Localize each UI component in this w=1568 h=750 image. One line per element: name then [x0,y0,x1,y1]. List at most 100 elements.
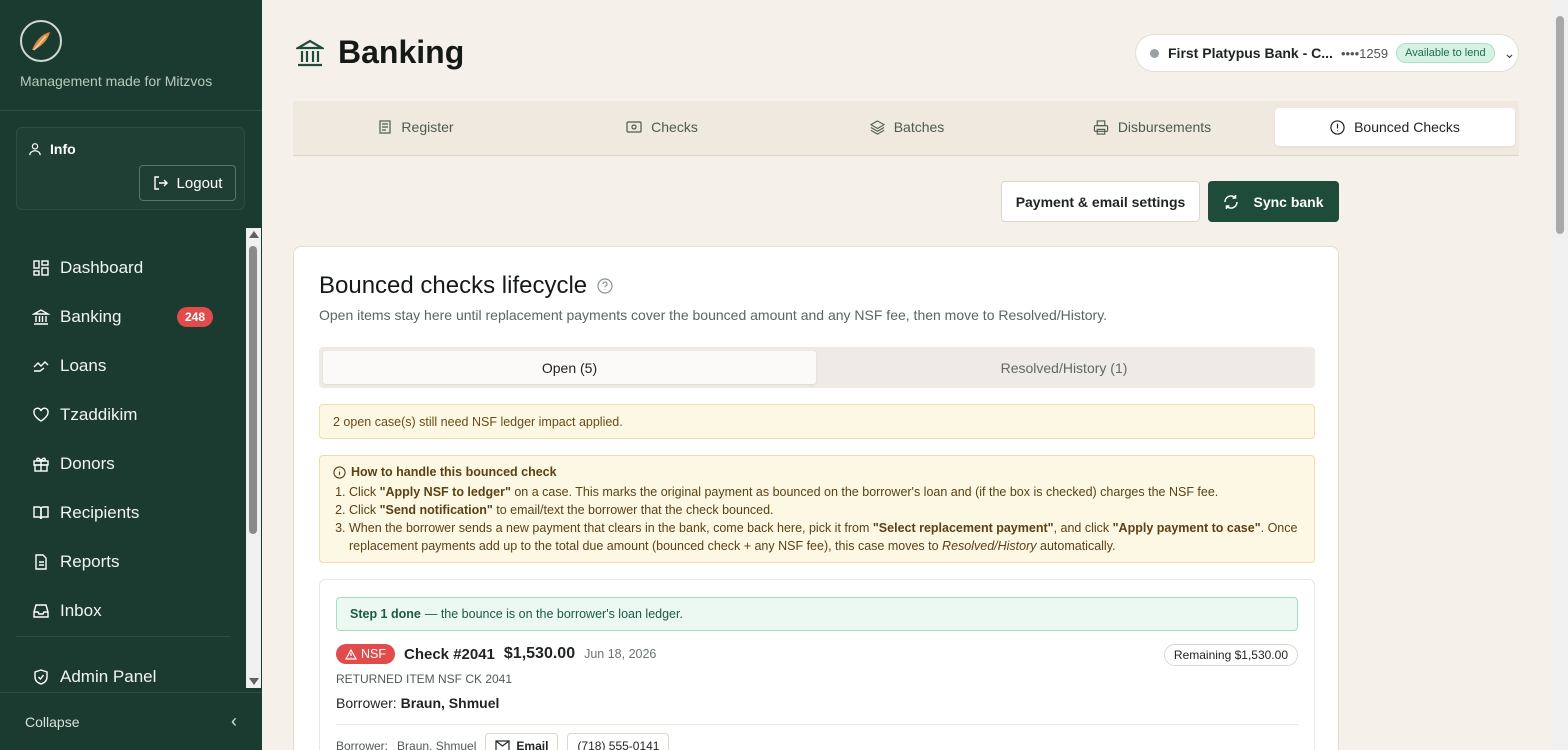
banking-tabs: Register Checks Batches Disbursements Bo… [293,101,1519,156]
account-number: ••••1259 [1340,45,1389,61]
card-title: Bounced checks lifecycle [319,272,613,300]
remaining-badge: Remaining $1,530.00 [1163,644,1298,666]
page-heading: Banking [338,34,465,70]
tab-checks[interactable]: Checks [539,108,785,146]
collapse-label: Collapse [25,713,80,730]
sync-bank-button[interactable]: Sync bank [1208,181,1339,222]
sidebar-scroll-thumb[interactable] [249,246,257,534]
sidebar-item-label: Recipients [60,503,140,522]
segment-resolved-history[interactable]: Resolved/History (1) [817,351,1311,384]
sync-label: Sync bank [1253,193,1324,210]
howto-step-1: Click "Apply NSF to ledger" on a case. T… [349,483,1301,501]
case-memo: RETURNED ITEM NSF CK 2041 [336,672,513,686]
borrower-label: Borrower: [336,695,397,711]
sidebar-item-label: Reports [60,552,120,571]
phone-chip[interactable]: (718) 555-0141 [567,733,670,750]
page-scrollbar[interactable] [1553,0,1568,750]
info-box: Info Logout [16,127,245,210]
howto-steps: Click "Apply NSF to ledger" on a case. T… [333,483,1301,555]
info-link[interactable]: Info [28,141,76,157]
bank-icon [32,309,50,325]
tab-register[interactable]: Register [293,108,539,146]
sidebar-item-inbox[interactable]: Inbox [16,591,246,631]
segment-label: Resolved/History (1) [1000,359,1128,376]
howto-step-2: Click "Send notification" to email/text … [349,501,1301,519]
sidebar-item-label: Inbox [60,601,102,620]
case-divider [336,724,1298,725]
logout-button[interactable]: Logout [139,165,236,201]
alert-circle-icon [1330,119,1345,135]
tab-label: Batches [893,119,945,135]
printer-icon [1093,119,1108,135]
status-badge: Available to lend [1396,43,1495,63]
sidebar-item-reports[interactable]: Reports [16,542,246,582]
register-icon [379,120,392,134]
step-text: , and click [1053,521,1113,535]
tab-batches[interactable]: Batches [785,108,1029,146]
warning-icon [345,648,357,660]
user-icon [29,143,41,156]
sidebar-item-tzaddikim[interactable]: Tzaddikim [16,395,246,435]
sidebar-item-label: Tzaddikim [60,405,138,424]
borrower-contact: Borrower: Braun, Shmuel Email (718) 555-… [336,733,670,750]
book-icon [33,506,49,520]
chevron-left-icon: ‹ [231,711,237,731]
dashboard-icon [33,260,49,276]
sidebar-item-admin-panel[interactable]: Admin Panel [16,657,246,688]
howto-box: How to handle this bounced check Click "… [319,455,1315,563]
howto-title-text: How to handle this bounced check [351,465,557,479]
sidebar-item-banking[interactable]: Banking 248 [16,297,246,337]
heart-hand-icon [33,407,49,422]
sidebar-item-recipients[interactable]: Recipients [16,493,246,533]
help-icon[interactable] [597,278,613,294]
sidebar-item-loans[interactable]: Loans [16,346,246,386]
sidebar-item-donors[interactable]: Donors [16,444,246,484]
step-bold: "Apply payment to case" [1112,521,1261,535]
warning-text: 2 open case(s) still need NSF ledger imp… [333,414,623,429]
email-button[interactable]: Email [485,733,559,750]
check-number: Check #2041 [404,645,495,663]
tab-label: Disbursements [1117,119,1212,135]
tab-label: Bounced Checks [1354,119,1460,135]
step-bold: "Select replacement payment" [872,521,1054,535]
logout-label: Logout [176,174,223,192]
howto-step-3: When the borrower sends a new payment th… [349,519,1301,555]
collapse-button[interactable]: Collapse ‹ [0,692,262,750]
logo-icon[interactable] [20,20,62,62]
scroll-down-icon[interactable] [249,678,259,685]
page-title: Banking [296,34,464,71]
step-italic: Resolved/History [942,539,1037,553]
tab-bounced-checks[interactable]: Bounced Checks [1275,108,1515,146]
step-text: Click [349,503,380,517]
settings-label: Payment & email settings [1015,193,1186,210]
bounced-case: Step 1 done — the bounce is on the borro… [319,579,1315,750]
step-text: When the borrower sends a new payment th… [349,521,873,535]
sidebar-item-dashboard[interactable]: Dashboard [16,248,246,288]
step-text: Click [349,485,380,499]
tagline: Management made for Mitzvos [20,73,213,89]
step-text: to email/text the borrower that the chec… [492,503,774,517]
page-scroll-thumb[interactable] [1556,16,1564,234]
payment-email-settings-button[interactable]: Payment & email settings [1001,181,1200,222]
sidebar-scrollbar[interactable] [246,228,261,688]
status-dot [1150,48,1159,58]
email-label: Email [516,739,549,750]
segment-open[interactable]: Open (5) [323,351,816,384]
scroll-up-icon[interactable] [249,231,259,238]
step-done-banner: Step 1 done — the bounce is on the borro… [336,597,1298,631]
contact-name: Braun, Shmuel [397,739,477,750]
status-segment: Open (5) Resolved/History (1) [319,347,1315,388]
gift-icon [33,457,49,472]
case-header: NSF Check #2041 $1,530.00 Jun 18, 2026 [336,644,656,664]
report-icon [35,554,47,570]
step-done-text: — the bounce is on the borrower's loan l… [424,607,683,621]
brand [20,20,62,62]
bank-account-select[interactable]: First Platypus Bank - C... ••••1259 Avai… [1135,34,1519,72]
borrower-line: Borrower: Braun, Shmuel [336,695,499,711]
tab-disbursements[interactable]: Disbursements [1029,108,1275,146]
sidebar-item-label: Dashboard [60,258,144,277]
sidebar-item-label: Donors [60,454,115,473]
step-done-bold: Step 1 done [350,607,421,621]
bounced-checks-card: Bounced checks lifecycle Open items stay… [293,246,1339,750]
sidebar-divider [0,110,262,111]
